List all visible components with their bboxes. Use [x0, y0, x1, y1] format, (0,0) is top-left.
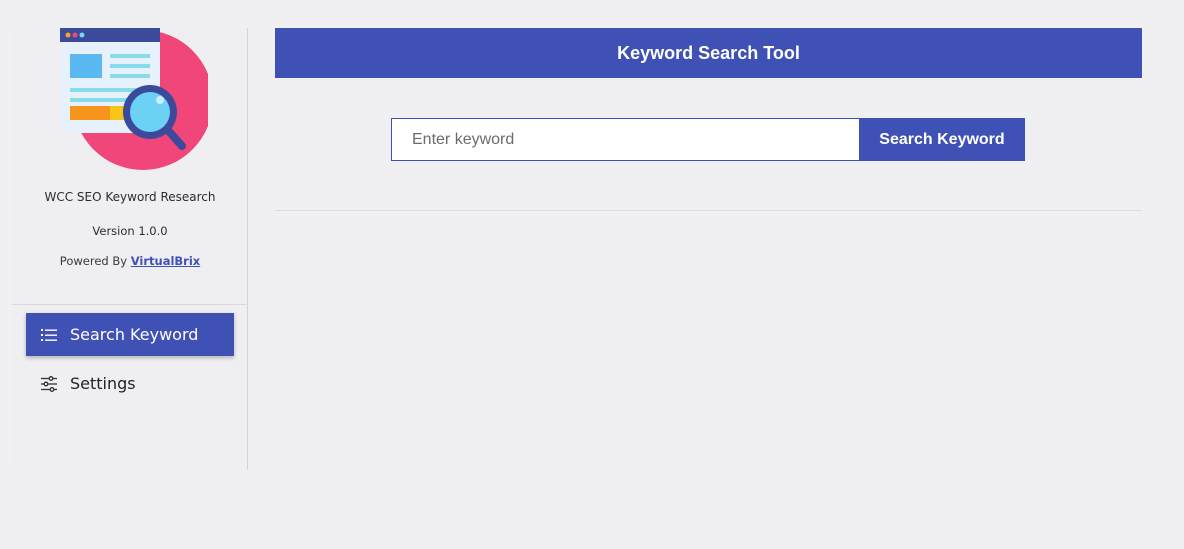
- page-title: Keyword Search Tool: [275, 28, 1142, 78]
- search-bar: Search Keyword: [391, 118, 1025, 161]
- seo-magnifier-browser-icon: [58, 28, 213, 173]
- sidebar: WCC SEO Keyword Research Version 1.0.0 P…: [12, 28, 248, 470]
- sidebar-item-label: Search Keyword: [70, 325, 199, 344]
- list-icon: [40, 326, 58, 344]
- sidebar-item-search-keyword[interactable]: Search Keyword: [26, 313, 234, 356]
- plugin-name: WCC SEO Keyword Research: [44, 190, 216, 204]
- sidebar-divider: [12, 304, 248, 305]
- sidebar-item-settings[interactable]: Settings: [26, 362, 234, 405]
- plugin-version: Version 1.0.0: [92, 224, 168, 238]
- sidebar-item-label: Settings: [70, 374, 136, 393]
- keyword-search-input[interactable]: [391, 118, 859, 161]
- search-keyword-button[interactable]: Search Keyword: [859, 118, 1025, 161]
- content-divider: [275, 210, 1142, 211]
- virtualbrix-link[interactable]: VirtualBrix: [131, 254, 201, 268]
- powered-by: Powered By VirtualBrix: [12, 254, 248, 268]
- powered-by-label: Powered By: [59, 254, 128, 268]
- sliders-icon: [40, 375, 58, 393]
